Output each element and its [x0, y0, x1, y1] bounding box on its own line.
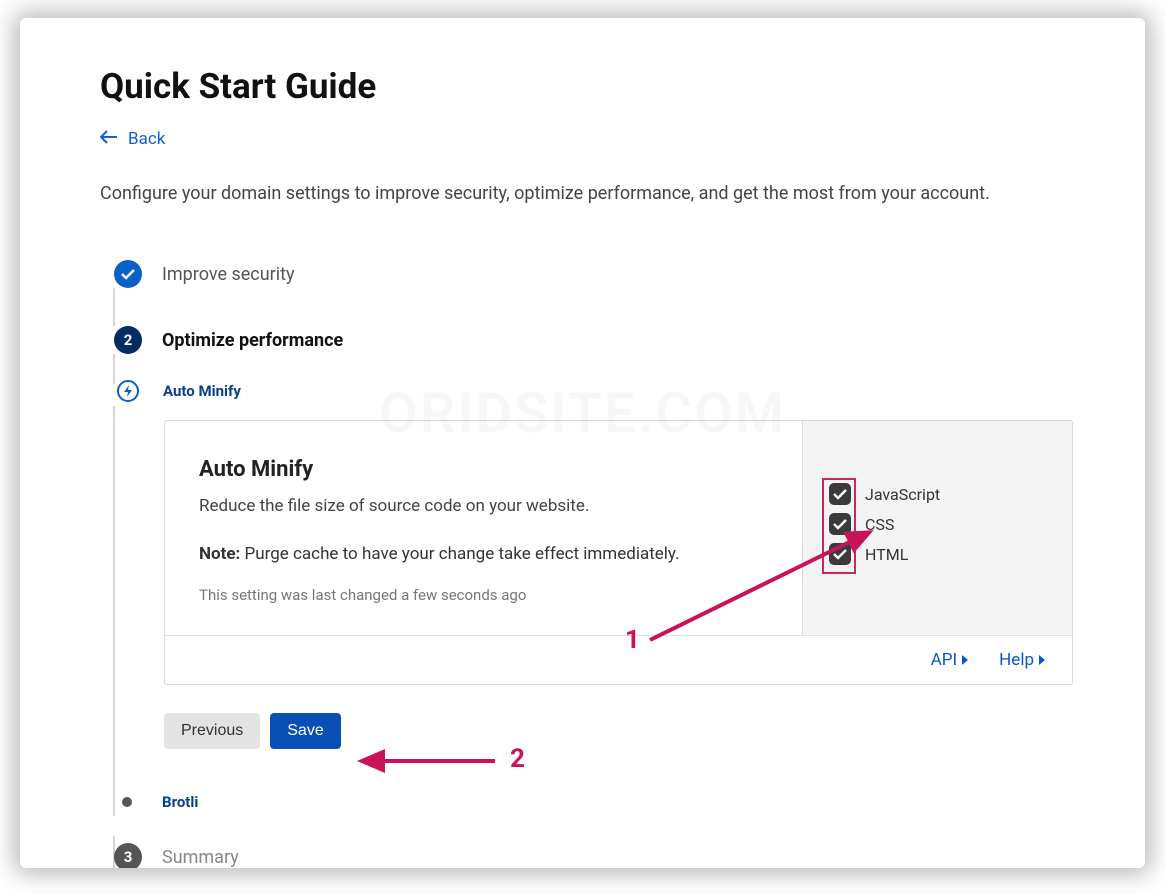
- substep-label: Auto Minify: [163, 382, 241, 400]
- stepper: Improve security 2 Optimize performance …: [100, 260, 1073, 868]
- checkbox-javascript[interactable]: [829, 483, 851, 505]
- checkbox-row-javascript: JavaScript: [829, 483, 1046, 505]
- previous-button[interactable]: Previous: [164, 713, 260, 749]
- checkbox-row-html: HTML: [829, 543, 1046, 565]
- substep-brotli[interactable]: Brotli: [122, 793, 1073, 811]
- card-footer: API Help: [165, 635, 1072, 684]
- step-label: Improve security: [162, 264, 295, 285]
- auto-minify-card-wrap: Auto Minify Reduce the file size of sour…: [164, 420, 1073, 685]
- substep-label: Brotli: [162, 793, 198, 811]
- arrow-left-icon: [100, 129, 118, 149]
- step-connector: [113, 406, 115, 816]
- caret-right-icon: [961, 654, 969, 666]
- button-row: Previous Save: [164, 713, 1073, 749]
- step-connector: [113, 288, 115, 326]
- step-number-badge: 3: [114, 843, 142, 868]
- step-label: Optimize performance: [162, 330, 343, 351]
- save-button[interactable]: Save: [270, 713, 340, 749]
- card-note: Note: Purge cache to have your change ta…: [199, 544, 768, 564]
- checkbox-html[interactable]: [829, 543, 851, 565]
- checkbox-label: CSS: [865, 515, 894, 534]
- page-container: ORIDSITE.COM Quick Start Guide Back Conf…: [20, 18, 1145, 868]
- step-summary[interactable]: 3 Summary: [114, 843, 1073, 868]
- step-optimize-performance[interactable]: 2 Optimize performance: [114, 326, 1073, 354]
- check-icon: [114, 260, 142, 288]
- dot-icon: [122, 797, 132, 807]
- page-title: Quick Start Guide: [100, 66, 1073, 107]
- intro-text: Configure your domain settings to improv…: [100, 181, 1073, 206]
- step-label: Summary: [162, 847, 239, 868]
- card-note-text: Purge cache to have your change take eff…: [240, 544, 679, 564]
- card-options-panel: JavaScript CSS HTML: [802, 421, 1072, 635]
- step-connector: [113, 354, 115, 384]
- auto-minify-card: Auto Minify Reduce the file size of sour…: [164, 420, 1073, 685]
- card-description: Reduce the file size of source code on y…: [199, 496, 768, 516]
- help-link[interactable]: Help: [999, 650, 1046, 670]
- substep-auto-minify[interactable]: Auto Minify: [117, 380, 1073, 402]
- checkbox-label: JavaScript: [865, 485, 940, 504]
- card-last-changed: This setting was last changed a few seco…: [199, 586, 768, 604]
- api-link-label: API: [931, 650, 957, 670]
- back-link-label: Back: [128, 129, 165, 149]
- api-link[interactable]: API: [931, 650, 969, 670]
- step-number-badge: 2: [114, 326, 142, 354]
- card-note-label: Note:: [199, 544, 240, 564]
- help-link-label: Help: [999, 650, 1034, 670]
- card-body: Auto Minify Reduce the file size of sour…: [165, 421, 802, 635]
- back-link[interactable]: Back: [100, 129, 165, 181]
- lightning-icon: [117, 380, 139, 402]
- checkbox-css[interactable]: [829, 513, 851, 535]
- checkbox-row-css: CSS: [829, 513, 1046, 535]
- step-improve-security[interactable]: Improve security: [114, 260, 1073, 288]
- checkbox-label: HTML: [865, 545, 908, 564]
- caret-right-icon: [1038, 654, 1046, 666]
- card-title: Auto Minify: [199, 457, 768, 482]
